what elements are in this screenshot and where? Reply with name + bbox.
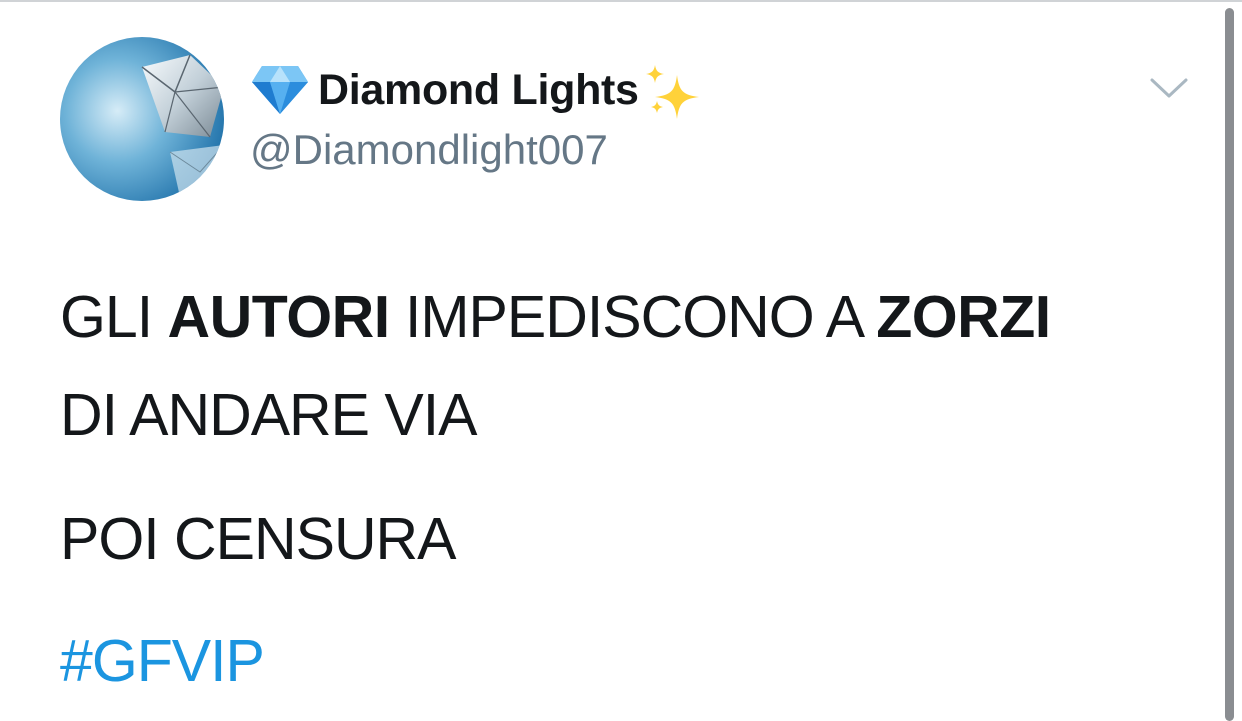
author-name-row[interactable]: Diamond Lights [250,60,701,120]
tweet-text-line-3: POI CENSURA [60,506,457,572]
tweet-segment: GLI [60,284,168,350]
top-divider [0,0,1242,2]
tweet-segment-bold: AUTORI [167,284,391,350]
author-handle[interactable]: @Diamondlight007 [250,126,608,174]
gem-icon [252,66,308,114]
scrollbar[interactable] [1225,8,1234,721]
tweet-segment: IMPEDISCONO A [389,284,877,350]
tweet-segment-bold: ZORZI [876,284,1051,350]
tweet-text-line-2: DI ANDARE VIA [60,382,478,448]
display-name: Diamond Lights [318,65,639,114]
hashtag-link[interactable]: #GFVIP [60,627,265,695]
tweet-text-line-1: GLI AUTORI IMPEDISCONO A ZORZI [60,283,1051,351]
avatar[interactable] [60,37,224,201]
chevron-down-icon[interactable] [1148,72,1190,104]
sparkles-icon [645,65,699,119]
